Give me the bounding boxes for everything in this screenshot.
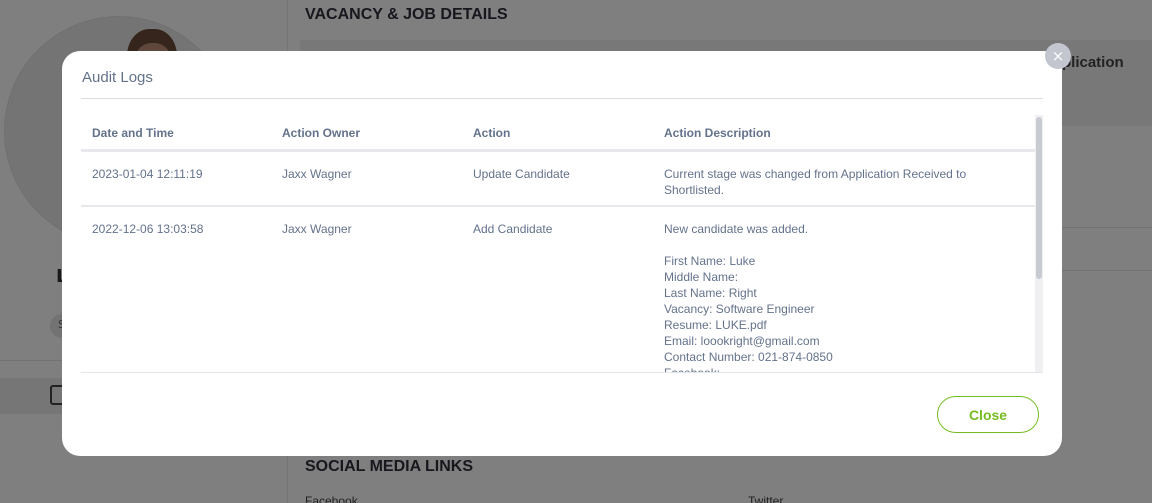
column-header-action: Action <box>473 126 511 140</box>
audit-log-table: Date and Time Action Owner Action Action… <box>81 115 1043 373</box>
modal-title: Audit Logs <box>82 69 153 86</box>
description-line: Last Name: Right <box>664 286 757 300</box>
description-line: Email: loookright@gmail.com <box>664 334 820 348</box>
description-line: Vacancy: Software Engineer <box>664 302 815 316</box>
description-line: New candidate was added. <box>664 222 809 236</box>
row-owner: Jaxx Wagner <box>282 222 352 236</box>
description-line: First Name: Luke <box>664 254 756 268</box>
row-datetime: 2022-12-06 13:03:58 <box>92 222 204 236</box>
description-line: Current stage was changed from Applicati… <box>664 167 967 197</box>
description-spacer <box>664 237 994 253</box>
table-header: Date and Time Action Owner Action Action… <box>81 115 1035 152</box>
audit-logs-modal: Audit Logs Date and Time Action Owner Ac… <box>62 51 1062 456</box>
close-icon[interactable]: × <box>1045 43 1071 69</box>
row-action: Update Candidate <box>473 167 570 181</box>
description-line: Middle Name: <box>664 270 739 284</box>
modal-divider <box>81 98 1043 99</box>
close-button[interactable]: Close <box>937 396 1039 433</box>
row-action: Add Candidate <box>473 222 553 236</box>
column-header-action-owner: Action Owner <box>282 126 361 140</box>
column-header-date-time: Date and Time <box>92 126 174 140</box>
description-line: Resume: LUKE.pdf <box>664 318 767 332</box>
scrollbar-thumb[interactable] <box>1036 117 1042 279</box>
table-row: 2022-12-06 13:03:58 Jaxx Wagner Add Cand… <box>81 207 1035 373</box>
table-row: 2023-01-04 12:11:19 Jaxx Wagner Update C… <box>81 152 1035 207</box>
description-line: Contact Number: 021-874-0850 <box>664 350 833 364</box>
row-datetime: 2023-01-04 12:11:19 <box>92 167 203 181</box>
row-owner: Jaxx Wagner <box>282 167 352 181</box>
row-description: New candidate was added. First Name: Luk… <box>664 221 994 373</box>
row-description: Current stage was changed from Applicati… <box>664 166 994 198</box>
description-line: Facebook: <box>664 366 721 373</box>
column-header-action-description: Action Description <box>664 126 771 140</box>
